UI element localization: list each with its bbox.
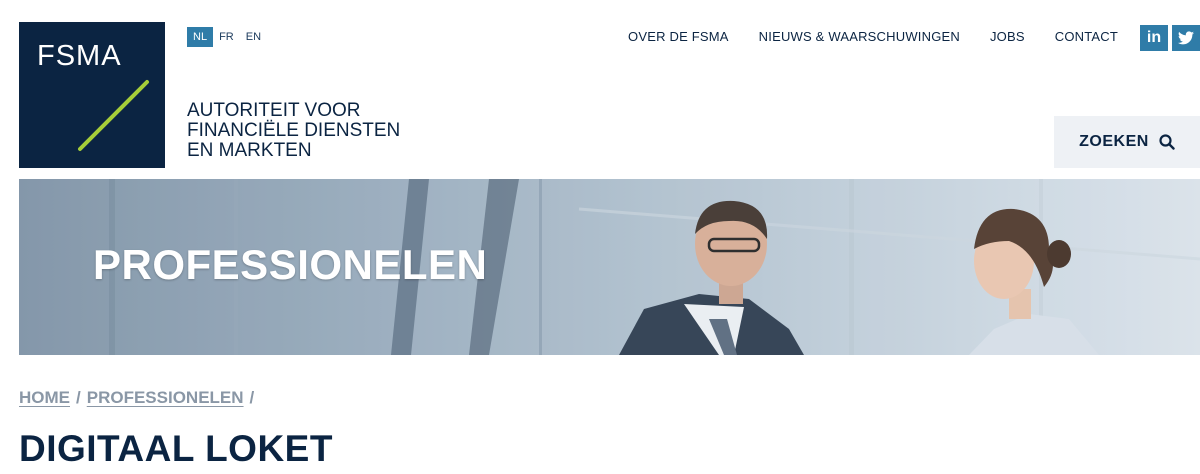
twitter-bird-icon bbox=[1178, 31, 1194, 45]
search-label: ZOEKEN bbox=[1079, 133, 1149, 150]
breadcrumb-home[interactable]: HOME bbox=[19, 388, 70, 408]
fsma-logo[interactable]: FSMA bbox=[19, 22, 165, 168]
breadcrumb: HOME / PROFESSIONELEN / bbox=[19, 388, 254, 408]
tagline-line-1: AUTORITEIT VOOR bbox=[187, 100, 361, 121]
logo-slash-icon bbox=[78, 80, 149, 151]
hero-title: PROFESSIONELEN bbox=[93, 241, 488, 288]
nav-jobs[interactable]: JOBS bbox=[990, 29, 1025, 44]
lang-en[interactable]: EN bbox=[240, 27, 267, 47]
nav-over-de-fsma[interactable]: OVER DE FSMA bbox=[628, 29, 729, 44]
social-links: in bbox=[1140, 25, 1200, 51]
search-button[interactable]: ZOEKEN bbox=[1054, 116, 1200, 168]
breadcrumb-professionelen[interactable]: PROFESSIONELEN bbox=[87, 388, 244, 408]
language-switch: NL FR EN bbox=[187, 27, 267, 47]
linkedin-icon[interactable]: in bbox=[1140, 25, 1168, 51]
top-nav: OVER DE FSMA NIEUWS & WAARSCHUWINGEN JOB… bbox=[628, 29, 1118, 44]
lang-fr[interactable]: FR bbox=[213, 27, 240, 47]
search-icon bbox=[1159, 134, 1175, 150]
breadcrumb-separator: / bbox=[249, 388, 255, 407]
twitter-icon[interactable] bbox=[1172, 25, 1200, 51]
tagline: AUTORITEIT VOOR FINANCIËLE DIENSTEN EN M… bbox=[187, 101, 400, 161]
tagline-line-3: EN MARKTEN bbox=[187, 140, 312, 161]
nav-contact[interactable]: CONTACT bbox=[1055, 29, 1118, 44]
page: FSMA NL FR EN AUTORITEIT VOOR FINANCIËLE… bbox=[0, 0, 1200, 474]
page-title: DIGITAAL LOKET bbox=[19, 428, 333, 469]
tagline-line-2: FINANCIËLE DIENSTEN bbox=[187, 120, 401, 141]
lang-nl[interactable]: NL bbox=[187, 27, 214, 47]
nav-nieuws-waarschuwingen[interactable]: NIEUWS & WAARSCHUWINGEN bbox=[759, 29, 960, 44]
breadcrumb-separator: / bbox=[76, 388, 81, 407]
linkedin-label: in bbox=[1146, 29, 1162, 46]
hero-banner: PROFESSIONELEN bbox=[19, 179, 1200, 355]
